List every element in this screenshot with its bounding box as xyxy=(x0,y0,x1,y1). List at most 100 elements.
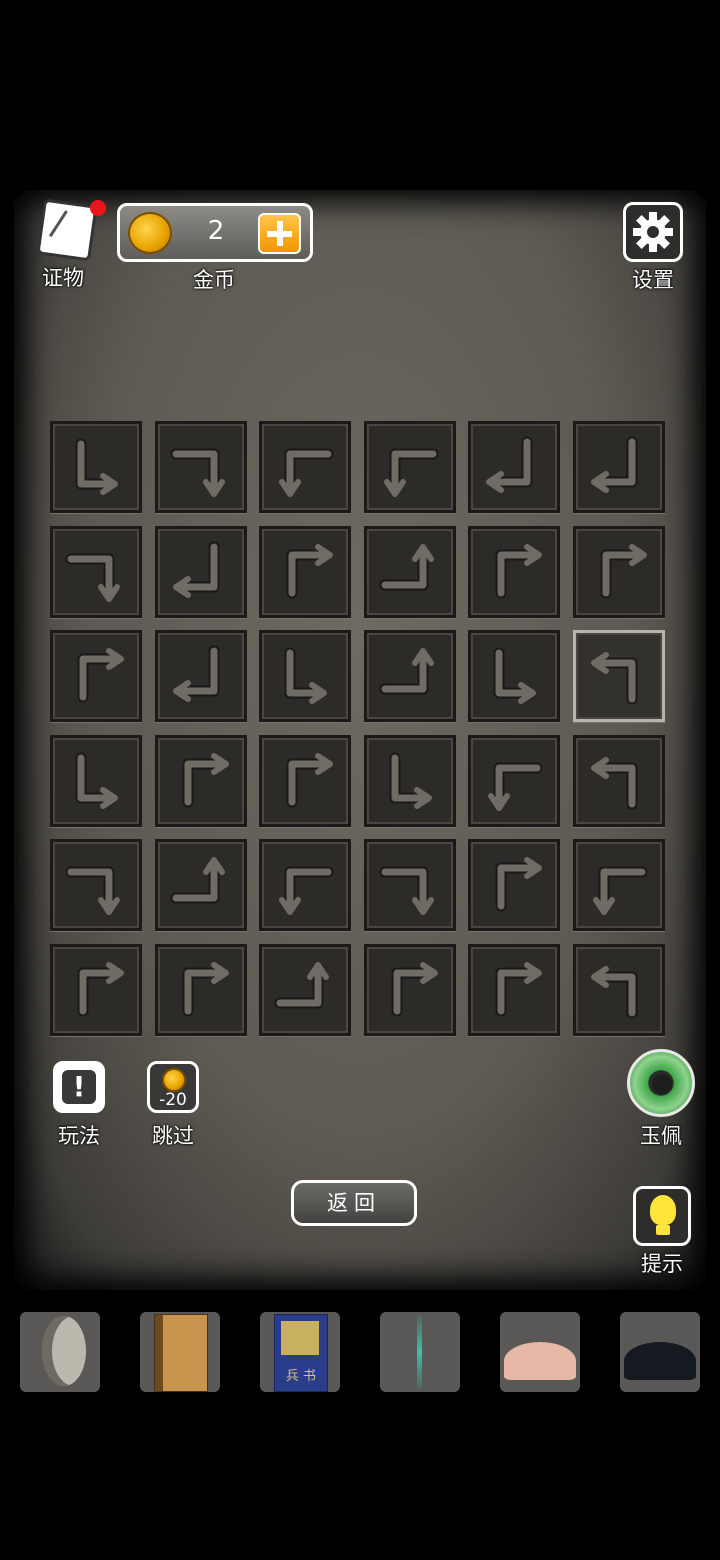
coin-icon xyxy=(128,212,172,254)
down-right-arrow-icon xyxy=(75,752,118,809)
puzzle-tile[interactable] xyxy=(259,630,351,722)
up-right-arrow-icon xyxy=(182,753,229,808)
skip-button[interactable]: -20 xyxy=(147,1061,199,1113)
left-down-arrow-icon xyxy=(384,448,439,497)
puzzle-tile[interactable] xyxy=(50,839,142,931)
puzzle-tile[interactable] xyxy=(259,421,351,513)
down-right-arrow-icon xyxy=(389,752,432,809)
puzzle-tile[interactable] xyxy=(573,944,665,1036)
right-up-arrow-icon xyxy=(379,648,434,695)
up-right-arrow-icon xyxy=(182,962,229,1017)
up-right-arrow-icon xyxy=(286,753,333,808)
down-right-arrow-icon xyxy=(493,647,536,704)
hint-label: 提示 xyxy=(641,1252,683,1276)
puzzle-tile[interactable] xyxy=(468,735,560,827)
black-powder-icon xyxy=(624,1342,696,1380)
settings-button[interactable] xyxy=(623,202,683,262)
right-down-arrow-icon xyxy=(379,866,434,915)
back-button[interactable]: 返回 xyxy=(291,1180,417,1226)
right-up-arrow-icon xyxy=(170,857,225,904)
puzzle-tile[interactable] xyxy=(155,839,247,931)
inventory-slot-pink-powder[interactable] xyxy=(500,1312,580,1392)
coins-label: 金币 xyxy=(193,268,235,292)
puzzle-tile[interactable] xyxy=(468,839,560,931)
down-left-arrow-icon xyxy=(591,436,638,493)
exclamation-icon: ! xyxy=(62,1070,96,1104)
puzzle-tile[interactable] xyxy=(50,735,142,827)
jade-icon xyxy=(652,1074,672,1094)
right-up-arrow-icon xyxy=(379,544,434,591)
puzzle-tile[interactable] xyxy=(50,421,142,513)
right-down-arrow-icon xyxy=(65,553,120,602)
up-right-arrow-icon xyxy=(286,544,333,599)
puzzle-tile[interactable] xyxy=(155,421,247,513)
jade-pendant-button[interactable] xyxy=(627,1049,695,1117)
puzzle-tile[interactable] xyxy=(259,944,351,1036)
left-down-arrow-icon xyxy=(279,448,334,497)
right-down-arrow-icon xyxy=(170,448,225,497)
up-right-arrow-icon xyxy=(77,962,124,1017)
puzzle-tile[interactable] xyxy=(573,839,665,931)
puzzle-tile[interactable] xyxy=(155,630,247,722)
lightbulb-icon xyxy=(650,1195,676,1225)
inventory-slot-green-sword[interactable] xyxy=(380,1312,460,1392)
right-up-arrow-icon xyxy=(274,962,329,1009)
notebook-icon xyxy=(36,198,98,262)
puzzle-tile[interactable] xyxy=(573,630,665,722)
inventory-slot-crescent-stone[interactable] xyxy=(20,1312,100,1392)
down-right-arrow-icon xyxy=(75,438,118,495)
up-right-arrow-icon xyxy=(600,544,647,599)
puzzle-tile[interactable] xyxy=(468,944,560,1036)
inventory-slot-old-book[interactable] xyxy=(140,1312,220,1392)
puzzle-tile[interactable] xyxy=(468,421,560,513)
up-left-arrow-icon xyxy=(591,757,638,810)
puzzle-tile[interactable] xyxy=(468,526,560,618)
up-left-arrow-icon xyxy=(591,966,638,1019)
puzzle-tile[interactable] xyxy=(50,944,142,1036)
pink-powder-icon xyxy=(504,1342,576,1380)
puzzle-tile[interactable] xyxy=(155,735,247,827)
add-coins-button[interactable] xyxy=(258,213,301,254)
puzzle-tile[interactable] xyxy=(468,630,560,722)
puzzle-tile[interactable] xyxy=(364,421,456,513)
book-title: 兵 书 xyxy=(285,1369,317,1384)
puzzle-tile[interactable] xyxy=(364,526,456,618)
hint-button[interactable] xyxy=(633,1186,691,1246)
down-left-arrow-icon xyxy=(173,541,220,598)
inventory-slot-black-powder[interactable] xyxy=(620,1312,700,1392)
up-right-arrow-icon xyxy=(77,648,124,703)
puzzle-tile[interactable] xyxy=(259,735,351,827)
puzzle-tile[interactable] xyxy=(573,735,665,827)
puzzle-tile[interactable] xyxy=(364,735,456,827)
gear-icon xyxy=(633,212,673,252)
skip-label: 跳过 xyxy=(152,1124,194,1148)
skip-cost: -20 xyxy=(159,1090,187,1110)
settings-label: 设置 xyxy=(632,268,674,292)
puzzle-tile[interactable] xyxy=(259,839,351,931)
puzzle-tile[interactable] xyxy=(259,526,351,618)
up-right-arrow-icon xyxy=(391,962,438,1017)
puzzle-tile[interactable] xyxy=(155,944,247,1036)
puzzle-tile[interactable] xyxy=(573,526,665,618)
puzzle-tile[interactable] xyxy=(155,526,247,618)
coin-icon xyxy=(162,1068,186,1092)
evidence-button[interactable] xyxy=(36,198,106,264)
up-left-arrow-icon xyxy=(591,652,638,705)
puzzle-tile[interactable] xyxy=(50,526,142,618)
down-right-arrow-icon xyxy=(284,647,327,704)
puzzle-tile[interactable] xyxy=(364,839,456,931)
up-right-arrow-icon xyxy=(495,857,542,912)
down-left-arrow-icon xyxy=(173,645,220,702)
puzzle-tile[interactable] xyxy=(364,630,456,722)
green-sword-icon xyxy=(417,1316,422,1388)
puzzle-tile[interactable] xyxy=(364,944,456,1036)
jade-label: 玉佩 xyxy=(640,1124,682,1148)
rules-button[interactable]: ! xyxy=(53,1061,105,1113)
up-right-arrow-icon xyxy=(495,544,542,599)
puzzle-tile[interactable] xyxy=(573,421,665,513)
coin-value: 2 xyxy=(207,216,225,246)
crescent-stone-icon xyxy=(42,1316,86,1386)
inventory-slot-bingshu-book[interactable]: 兵 书 xyxy=(260,1312,340,1392)
puzzle-tile[interactable] xyxy=(50,630,142,722)
rules-label: 玩法 xyxy=(58,1124,100,1148)
